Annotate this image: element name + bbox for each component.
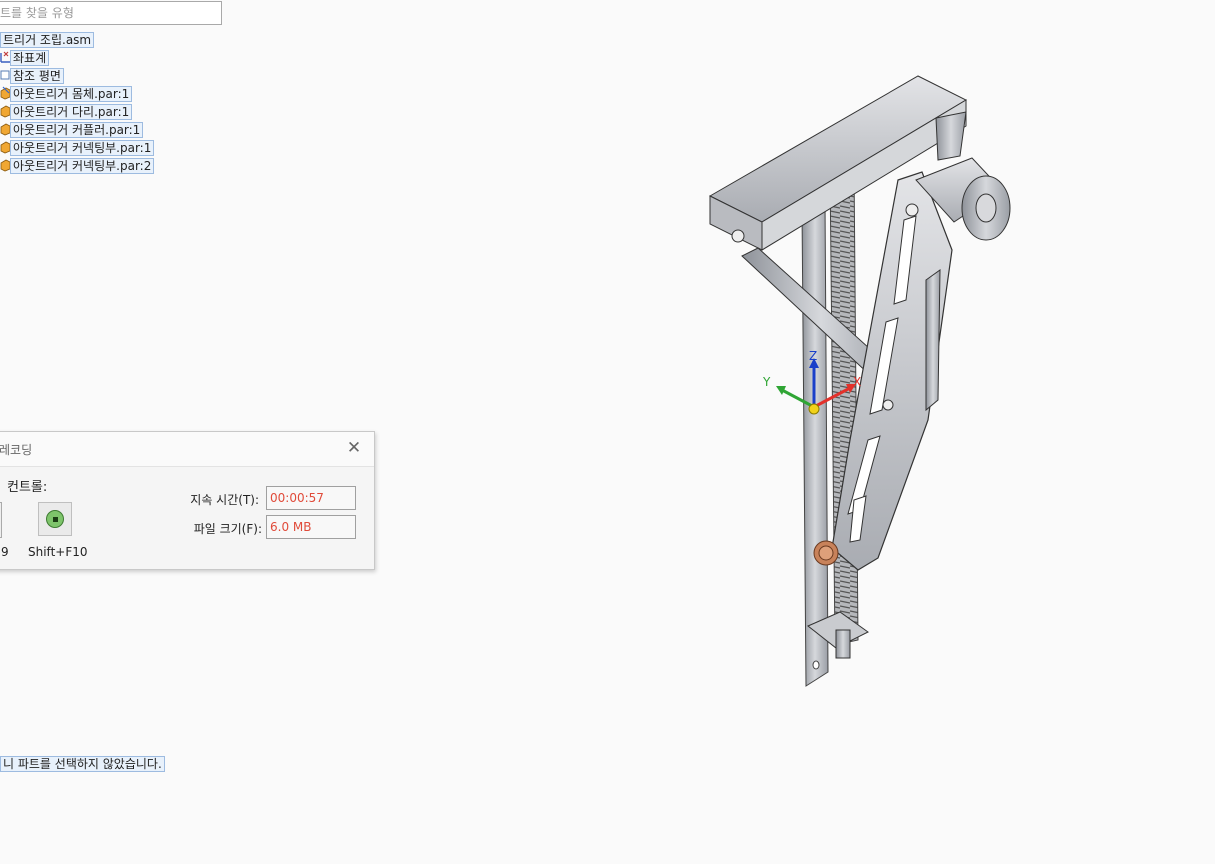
tree-item-part-connector-2[interactable]: 아웃트리거 커넥팅부.par:2 [0,158,155,176]
part-icon [0,122,11,140]
dialog-title: 레코딩 [0,443,33,457]
status-message: 니 파트를 선택하지 않았습니다. [0,756,165,772]
tree-item-label: 트리거 조립.asm [0,32,95,48]
duration-field: 00:00:57 [266,486,356,510]
controls-label: 컨트롤: [7,480,48,495]
part-icon [0,158,11,176]
reference-plane-icon [0,68,10,86]
stop-hotkey: Shift+F10 [28,545,88,559]
part-search-input[interactable]: 트를 찾을 유형 [0,1,222,25]
duration-label: 지속 시간(T): [190,493,259,507]
record-button[interactable] [0,502,2,538]
tree-item-part-body[interactable]: 아웃트리거 몸체.par:1 [0,86,133,104]
outrigger-body [801,199,829,687]
part-icon [0,86,11,104]
recording-dialog: 레코딩 ✕ 컨트롤: 9 Shift+F10 지속 시간(T): 00:00:5… [0,431,375,570]
tree-item-label: 아웃트리거 다리.par:1 [10,104,133,120]
axis-label-z: Z [809,349,817,363]
stop-record-button[interactable] [38,502,72,536]
copper-pin [813,540,839,566]
tree-item-label: 참조 평면 [10,68,64,84]
axis-label-x: X [853,375,861,389]
coordinate-system-icon [0,50,10,68]
filesize-field: 6.0 MB [266,515,356,539]
tree-item-label: 좌표계 [10,50,50,66]
tree-item-reference-plane[interactable]: 참조 평면 [0,68,64,84]
tree-item-label: 아웃트리거 몸체.par:1 [10,86,133,102]
tree-item-part-connector-1[interactable]: 아웃트리거 커넥팅부.par:1 [0,140,155,158]
tree-item-label: 아웃트리거 커넥팅부.par:1 [10,140,155,156]
tree-item-coordinate-system[interactable]: 좌표계 [0,50,50,68]
tree-item-part-coupler[interactable]: 아웃트리거 커플러.par:1 [0,122,144,140]
dialog-title-bar[interactable]: 레코딩 ✕ [0,432,374,467]
part-icon [0,140,11,158]
stop-record-icon [46,510,64,528]
status-message-text: 니 파트를 선택하지 않았습니다. [0,756,165,772]
tree-item-part-leg[interactable]: 아웃트리거 다리.par:1 [0,104,133,122]
tree-item-label: 아웃트리거 커플러.par:1 [10,122,144,138]
record-hotkey: 9 [1,545,9,559]
axis-label-y: Y [762,375,771,389]
tree-item-label: 아웃트리거 커넥팅부.par:2 [10,158,155,174]
filesize-label: 파일 크기(F): [193,522,262,536]
model-viewport[interactable]: Z X Y [690,60,1040,700]
part-icon [0,104,11,122]
close-icon[interactable]: ✕ [344,438,364,458]
tree-item-assembly[interactable]: 트리거 조립.asm [0,32,95,48]
